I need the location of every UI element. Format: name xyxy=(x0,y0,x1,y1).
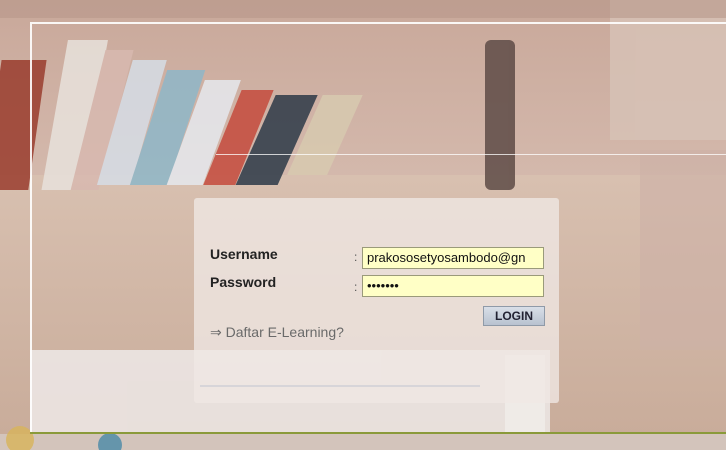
username-colon: : xyxy=(354,250,358,264)
username-input[interactable]: prakososetyosambodo@gn xyxy=(362,247,544,269)
divider-line xyxy=(216,154,726,155)
username-label: Username xyxy=(210,246,278,262)
register-link[interactable]: ⇒ Daftar E-Learning? xyxy=(210,324,344,341)
login-panel xyxy=(194,198,559,403)
footer-line xyxy=(30,432,726,434)
password-colon: : xyxy=(354,280,358,294)
login-button[interactable]: LOGIN xyxy=(483,306,545,326)
password-label: Password xyxy=(210,274,277,290)
password-input[interactable]: ••••••• xyxy=(362,275,544,297)
